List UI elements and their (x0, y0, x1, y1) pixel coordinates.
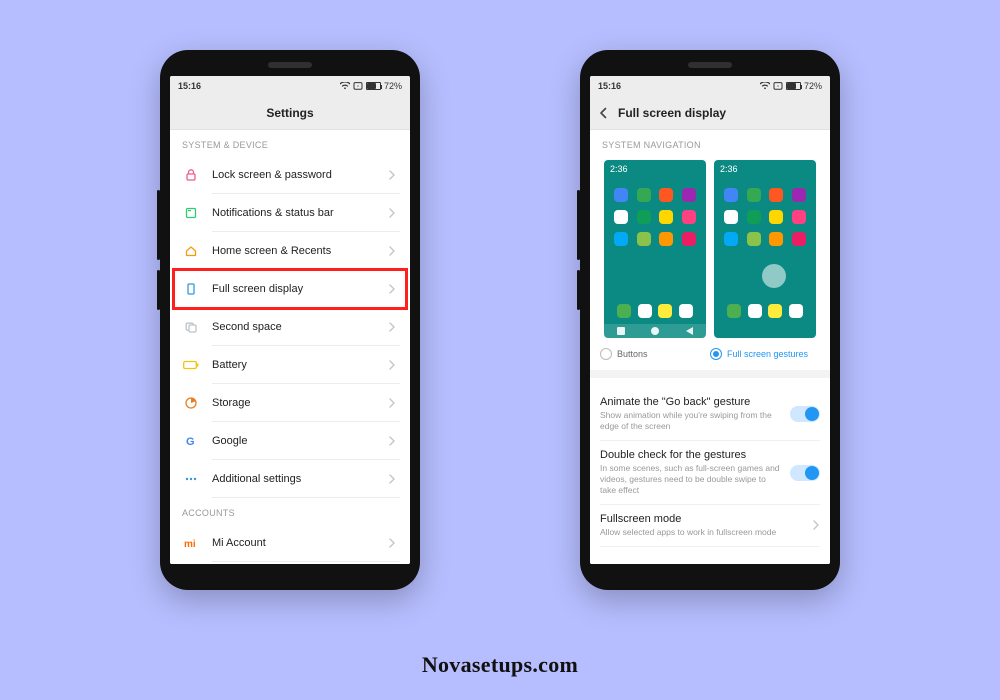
brand-footer: Novasetups.com (0, 652, 1000, 678)
preview-gestures[interactable]: 2:36 (714, 160, 816, 338)
settings-row-full-screen-display[interactable]: Full screen display (170, 270, 410, 308)
chevron-right-icon (388, 208, 400, 218)
settings-row-second-space[interactable]: Second space (170, 308, 410, 346)
row-label: Google (202, 435, 388, 447)
row-label: Second space (202, 321, 388, 333)
rotation-icon (773, 82, 783, 90)
fsd-content[interactable]: SYSTEM NAVIGATION 2:36 2:36 (590, 130, 830, 564)
nav-radio-group: Buttons Full screen gestures (600, 348, 820, 360)
option-subtitle: Show animation while you're swiping from… (600, 410, 782, 432)
settings-row-lock-screen-password[interactable]: Lock screen & password (170, 156, 410, 194)
chevron-right-icon (388, 436, 400, 446)
svg-text:mi: mi (184, 539, 196, 550)
section-label: ACCOUNTS (170, 498, 410, 524)
option-subtitle: Allow selected apps to work in fullscree… (600, 527, 804, 538)
settings-row-additional-settings[interactable]: Additional settings (170, 460, 410, 498)
rotation-icon (353, 82, 363, 90)
option-fullscreen-mode[interactable]: Fullscreen mode Allow selected apps to wo… (600, 505, 820, 547)
section-system-device: SYSTEM & DEVICE Lock screen & password No… (170, 130, 410, 498)
option-double-check-for-the-gestures[interactable]: Double check for the gestures In some sce… (600, 441, 820, 505)
phone-mockup-settings: 15:16 72% Settings SYSTEM & DEVICE Lock … (160, 50, 420, 590)
volume-rocker (577, 190, 580, 260)
more-icon (180, 472, 202, 486)
fullscreen-icon (180, 282, 202, 296)
chevron-right-icon (388, 170, 400, 180)
titlebar: Settings (170, 96, 410, 130)
chevron-right-icon (388, 322, 400, 332)
chevron-right-icon (388, 474, 400, 484)
option-title: Animate the "Go back" gesture (600, 396, 782, 408)
chevron-right-icon (388, 398, 400, 408)
nav-previews: 2:36 2:36 (600, 160, 820, 338)
power-button (157, 270, 160, 310)
section-label: SYSTEM & DEVICE (170, 130, 410, 156)
row-label: Full screen display (202, 283, 388, 295)
chevron-right-icon (388, 284, 400, 294)
storage-icon (180, 396, 202, 410)
option-animate-the-go-back-gesture[interactable]: Animate the "Go back" gesture Show animat… (600, 388, 820, 441)
svg-text:G: G (186, 436, 195, 448)
wifi-icon (340, 82, 350, 90)
row-label: Home screen & Recents (202, 245, 388, 257)
option-title: Fullscreen mode (600, 513, 804, 525)
row-label: Storage (202, 397, 388, 409)
toggle-switch[interactable] (790, 406, 820, 422)
status-bar: 15:16 72% (590, 76, 830, 96)
option-subtitle: In some scenes, such as full-screen game… (600, 463, 782, 496)
volume-rocker (157, 190, 160, 260)
battery-icon (786, 82, 801, 90)
section-label: SYSTEM NAVIGATION (600, 130, 820, 156)
settings-row-google[interactable]: G Google (170, 422, 410, 460)
preview-time: 2:36 (610, 164, 628, 174)
section-accounts: ACCOUNTS mi Mi Account (170, 498, 410, 562)
second-space-icon (180, 320, 202, 334)
settings-row-battery[interactable]: Battery (170, 346, 410, 384)
wifi-icon (760, 82, 770, 90)
row-label: Additional settings (202, 473, 388, 485)
radio-fullscreen-gestures[interactable]: Full screen gestures (710, 348, 820, 360)
page-title: Full screen display (618, 106, 726, 120)
status-bar: 15:16 72% (170, 76, 410, 96)
preview-time: 2:36 (720, 164, 738, 174)
settings-content[interactable]: SYSTEM & DEVICE Lock screen & password No… (170, 130, 410, 564)
statusbar-time: 15:16 (178, 81, 201, 91)
back-button[interactable] (598, 107, 610, 119)
phone-mockup-fullscreen-display: 15:16 72% Full screen display SYSTEM NAV… (580, 50, 840, 590)
row-label: Lock screen & password (202, 169, 388, 181)
settings-row-notifications-status-bar[interactable]: Notifications & status bar (170, 194, 410, 232)
chevron-right-icon (812, 517, 820, 535)
chevron-right-icon (388, 538, 400, 548)
radio-buttons[interactable]: Buttons (600, 348, 710, 360)
battery-icon (366, 82, 381, 90)
lock-icon (180, 168, 202, 182)
google-icon: G (180, 434, 202, 448)
power-button (577, 270, 580, 310)
battery-percent: 72% (384, 81, 402, 91)
page-title: Settings (266, 106, 313, 120)
row-label: Notifications & status bar (202, 207, 388, 219)
option-title: Double check for the gestures (600, 449, 782, 461)
notification-icon (180, 206, 202, 220)
radio-icon (600, 348, 612, 360)
radio-icon (710, 348, 722, 360)
toggle-switch[interactable] (790, 465, 820, 481)
divider (590, 370, 830, 378)
battery-icon (180, 360, 202, 370)
chevron-left-icon (598, 107, 610, 119)
settings-row-storage[interactable]: Storage (170, 384, 410, 422)
preview-buttons[interactable]: 2:36 (604, 160, 706, 338)
statusbar-time: 15:16 (598, 81, 621, 91)
home-icon (180, 244, 202, 258)
settings-row-mi-account[interactable]: mi Mi Account (170, 524, 410, 562)
chevron-right-icon (388, 246, 400, 256)
earpiece (268, 62, 312, 68)
row-label: Battery (202, 359, 388, 371)
titlebar: Full screen display (590, 96, 830, 130)
mi-icon: mi (180, 536, 202, 550)
row-label: Mi Account (202, 537, 388, 549)
settings-row-home-screen-recents[interactable]: Home screen & Recents (170, 232, 410, 270)
battery-percent: 72% (804, 81, 822, 91)
chevron-right-icon (388, 360, 400, 370)
earpiece (688, 62, 732, 68)
